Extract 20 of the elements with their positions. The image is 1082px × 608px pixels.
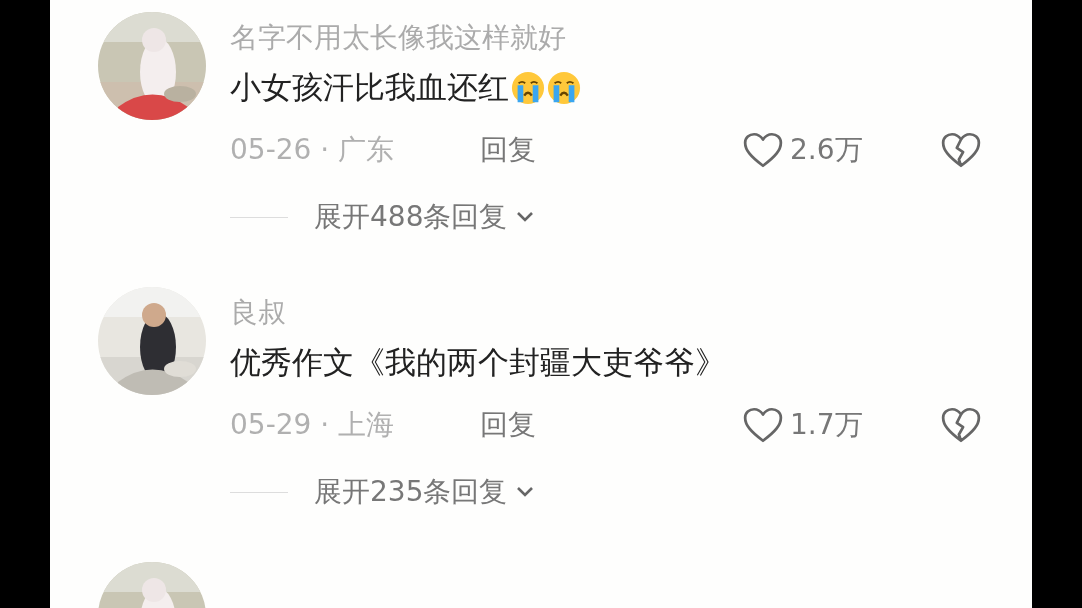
like-count: 2.6万 <box>790 132 864 168</box>
username[interactable]: 名字不用太长像我这样就好 <box>230 20 982 56</box>
broken-heart-icon[interactable] <box>940 406 982 444</box>
like-count: 1.7万 <box>790 407 864 443</box>
reply-link[interactable]: 回复 <box>480 406 536 444</box>
crying-face-icon <box>547 71 581 105</box>
broken-heart-icon[interactable] <box>940 131 982 169</box>
comment-date: 05-26 · 广东 <box>230 132 396 168</box>
username[interactable]: 良叔 <box>230 295 982 331</box>
reply-link[interactable]: 回复 <box>480 131 536 169</box>
chevron-down-icon <box>515 211 536 223</box>
heart-icon[interactable] <box>742 131 784 169</box>
comment-text: 小女孩汗比我血还红 <box>230 68 509 107</box>
heart-icon[interactable] <box>742 406 784 444</box>
comment-text: 优秀作文《我的两个封疆大吏爷爷》 <box>230 343 726 382</box>
crying-face-icon <box>511 71 545 105</box>
chevron-down-icon <box>515 486 536 498</box>
comment-date: 05-29 · 上海 <box>230 407 396 443</box>
expand-replies-button[interactable]: 展开235条回复 <box>314 473 536 511</box>
expand-replies-button[interactable]: 展开488条回复 <box>314 198 536 236</box>
